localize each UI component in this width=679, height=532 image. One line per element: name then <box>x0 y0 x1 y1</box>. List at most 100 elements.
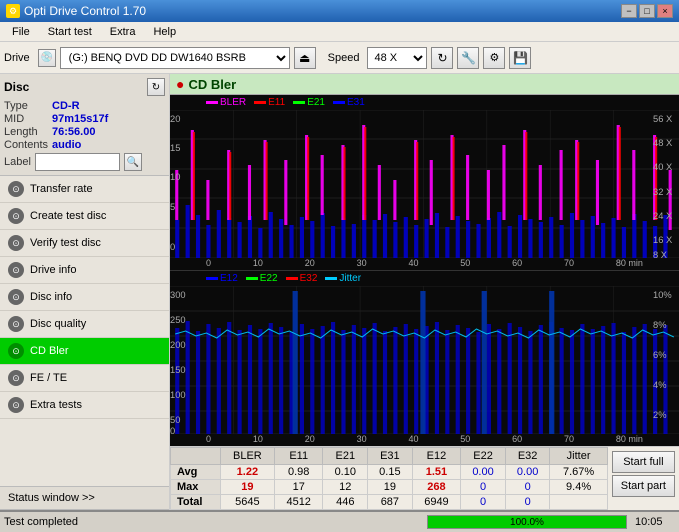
nav-item-extra-tests[interactable]: ⊙ Extra tests <box>0 392 169 419</box>
disc-title: Disc <box>4 80 29 94</box>
col-header-e11: E11 <box>274 448 323 465</box>
menu-extra[interactable]: Extra <box>102 24 144 40</box>
bottom-chart: E12 E22 E32 Jitter <box>170 270 679 446</box>
top-chart: BLER E11 E21 E31 <box>170 95 679 270</box>
extra-tests-icon: ⊙ <box>8 397 24 413</box>
status-window-button[interactable]: Status window >> <box>0 487 169 510</box>
create-test-disc-icon: ⊙ <box>8 208 24 224</box>
legend-e12-color <box>206 277 218 280</box>
minimize-button[interactable]: − <box>621 4 637 18</box>
transfer-rate-icon: ⊙ <box>8 181 24 197</box>
menu-file[interactable]: File <box>4 24 38 40</box>
titlebar: ⚙ Opti Drive Control 1.70 − □ × <box>0 0 679 22</box>
avg-e31: 0.15 <box>368 465 413 480</box>
avg-jitter: 7.67% <box>550 465 607 480</box>
svg-text:0: 0 <box>170 426 175 434</box>
svg-text:100: 100 <box>170 390 186 400</box>
nav-label-transfer-rate: Transfer rate <box>30 183 93 195</box>
svg-text:2%: 2% <box>653 410 666 420</box>
x-label-60: 60 <box>512 258 522 268</box>
disc-refresh-button[interactable]: ↻ <box>147 78 165 96</box>
svg-text:8 X: 8 X <box>653 250 667 258</box>
drive-select[interactable]: (G:) BENQ DVD DD DW1640 BSRB <box>60 47 290 69</box>
start-part-button[interactable]: Start part <box>612 475 675 497</box>
svg-text:32 X: 32 X <box>653 187 672 197</box>
disc-info-icon: ⊙ <box>8 289 24 305</box>
nav-item-disc-info[interactable]: ⊙ Disc info <box>0 284 169 311</box>
legend-e11: E11 <box>254 97 285 108</box>
speed-select[interactable]: 48 X <box>367 47 427 69</box>
legend-e21: E21 <box>293 97 325 108</box>
nav-label-disc-quality: Disc quality <box>30 318 86 330</box>
max-e32: 0 <box>505 480 550 495</box>
nav-label-disc-info: Disc info <box>30 291 72 303</box>
maximize-button[interactable]: □ <box>639 4 655 18</box>
total-e31: 687 <box>368 495 413 510</box>
legend-e11-label: E11 <box>268 97 285 108</box>
disc-panel: Disc ↻ Type CD-R MID 97m15s17f Length 76… <box>0 74 169 176</box>
legend-e12-label: E12 <box>220 273 238 284</box>
label-input[interactable] <box>35 153 120 171</box>
nav-item-fe-te[interactable]: ⊙ FE / TE <box>0 365 169 392</box>
contents-label: Contents <box>4 139 48 151</box>
max-e21: 12 <box>323 480 368 495</box>
contents-value: audio <box>52 139 165 151</box>
eject-button[interactable]: ⏏ <box>294 47 316 69</box>
legend-e22: E22 <box>246 273 278 284</box>
nav-label-drive-info: Drive info <box>30 264 76 276</box>
x-label-b-20: 20 <box>305 434 315 444</box>
legend-jitter-label: Jitter <box>339 273 361 284</box>
status-window-label: Status window >> <box>8 492 95 504</box>
nav-label-fe-te: FE / TE <box>30 372 67 384</box>
refresh-button[interactable]: ↻ <box>431 47 453 69</box>
close-button[interactable]: × <box>657 4 673 18</box>
cd-bler-icon: ⊙ <box>8 343 24 359</box>
legend-jitter-color <box>325 277 337 280</box>
nav-item-disc-quality[interactable]: ⊙ Disc quality <box>0 311 169 338</box>
titlebar-title: Opti Drive Control 1.70 <box>24 4 146 18</box>
svg-text:10: 10 <box>170 172 180 182</box>
legend-e31: E31 <box>333 97 365 108</box>
menu-help[interactable]: Help <box>145 24 184 40</box>
legend-bler: BLER <box>206 97 246 108</box>
label-label: Label <box>4 156 31 168</box>
nav-item-drive-info[interactable]: ⊙ Drive info <box>0 257 169 284</box>
start-full-button[interactable]: Start full <box>612 451 675 473</box>
mid-label: MID <box>4 113 48 125</box>
settings-button[interactable]: 🔧 <box>457 47 479 69</box>
avg-bler: 1.22 <box>220 465 274 480</box>
avg-e22: 0.00 <box>461 465 506 480</box>
svg-text:40 X: 40 X <box>653 162 672 172</box>
label-browse-button[interactable]: 🔍 <box>124 153 142 171</box>
drive-icon-btn: 💿 <box>38 49 56 67</box>
svg-text:0: 0 <box>170 242 175 252</box>
stats-data: BLER E11 E21 E31 E12 E22 E32 Jitter Avg <box>170 447 608 510</box>
total-e11: 4512 <box>274 495 323 510</box>
drive-label: Drive <box>4 52 30 64</box>
progress-bar-container: 100.0% <box>427 515 627 529</box>
start-buttons: Start full Start part <box>608 447 679 510</box>
nav-item-transfer-rate[interactable]: ⊙ Transfer rate <box>0 176 169 203</box>
x-label-20: 20 <box>305 258 315 268</box>
menu-start-test[interactable]: Start test <box>40 24 100 40</box>
avg-e12: 1.51 <box>412 465 461 480</box>
nav-item-create-test-disc[interactable]: ⊙ Create test disc <box>0 203 169 230</box>
nav-item-verify-test-disc[interactable]: ⊙ Verify test disc <box>0 230 169 257</box>
max-e11: 17 <box>274 480 323 495</box>
svg-text:250: 250 <box>170 315 186 325</box>
col-header-e12: E12 <box>412 448 461 465</box>
col-header-e21: E21 <box>323 448 368 465</box>
nav-label-create-test-disc: Create test disc <box>30 210 106 222</box>
svg-text:10%: 10% <box>653 290 672 300</box>
bottom-chart-svg: 300 250 200 150 100 50 0 10% 8% 6% 4% 2% <box>170 286 679 434</box>
type-label: Type <box>4 100 48 112</box>
save-button[interactable]: 💾 <box>509 47 531 69</box>
avg-e11: 0.98 <box>274 465 323 480</box>
x-label-b-10: 10 <box>253 434 263 444</box>
total-e32: 0 <box>505 495 550 510</box>
x-label-b-70: 70 <box>564 434 574 444</box>
nav-item-cd-bler[interactable]: ⊙ CD Bler <box>0 338 169 365</box>
svg-text:300: 300 <box>170 290 186 300</box>
config-button[interactable]: ⚙ <box>483 47 505 69</box>
total-e12: 6949 <box>412 495 461 510</box>
